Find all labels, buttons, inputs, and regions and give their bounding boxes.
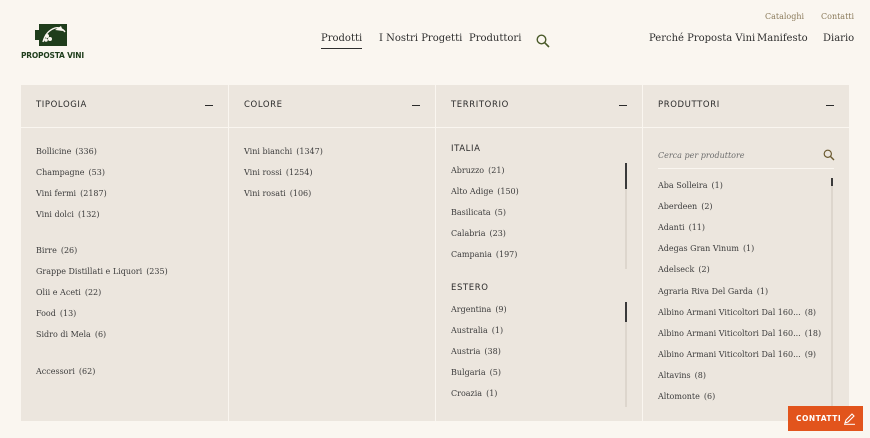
minus-icon[interactable] xyxy=(619,105,627,107)
column-header[interactable]: TIPOLOGIA xyxy=(21,85,228,128)
column-header[interactable]: PRODUTTORI xyxy=(643,85,849,128)
brand-name: PROPOSTA VINI xyxy=(21,51,84,60)
filter-item[interactable]: Vini bianchi (1347) xyxy=(244,147,323,156)
filter-item[interactable]: Adanti (11) xyxy=(658,223,705,232)
nav-prodotti[interactable]: Prodotti xyxy=(321,33,363,49)
column-title: PRODUTTORI xyxy=(658,100,720,110)
column-colore: COLORE Vini bianchi (1347) Vini rossi (125… xyxy=(228,85,435,421)
minus-icon[interactable] xyxy=(205,105,213,107)
filter-item[interactable]: Aberdeen (2) xyxy=(658,202,713,211)
filter-item[interactable]: Champagne (53) xyxy=(36,168,105,177)
filter-item[interactable]: Basilicata (5) xyxy=(451,208,506,217)
search-icon[interactable] xyxy=(536,34,550,48)
filter-item[interactable]: Albino Armani Viticoltori Dal 160... (8) xyxy=(658,308,816,317)
filter-item[interactable]: Alto Adige (150) xyxy=(451,187,519,196)
minus-icon[interactable] xyxy=(826,105,834,107)
section-title-italia: ITALIA xyxy=(451,144,481,154)
search-icon[interactable] xyxy=(823,149,835,161)
column-tipologia: TIPOLOGIA Bollicine (336) Champagne (53) V… xyxy=(21,85,228,421)
column-title: TERRITORIO xyxy=(451,100,509,110)
products-mega-menu: TIPOLOGIA Bollicine (336) Champagne (53) V… xyxy=(21,85,849,421)
filter-item[interactable]: Bulgaria (5) xyxy=(451,368,501,377)
filter-item[interactable]: Campania (197) xyxy=(451,250,517,259)
filter-item[interactable]: Vini dolci (132) xyxy=(36,210,100,219)
scrollbar-thumb[interactable] xyxy=(831,178,833,186)
column-territorio: TERRITORIO ITALIA Abruzzo (21) Alto Adige… xyxy=(435,85,642,421)
nav-perche[interactable]: Perché Proposta Vini xyxy=(649,33,755,44)
filter-item[interactable]: Aba Solleira (1) xyxy=(658,181,723,190)
filter-item[interactable]: Altomonte (6) xyxy=(658,392,715,401)
filter-item[interactable]: Vini fermi (2187) xyxy=(36,189,107,198)
filter-item[interactable]: Vini rossi (1254) xyxy=(244,168,312,177)
link-cataloghi[interactable]: Cataloghi xyxy=(765,12,804,21)
filter-item[interactable]: Adelseck (2) xyxy=(658,265,710,274)
column-title: TIPOLOGIA xyxy=(36,100,87,110)
filter-item[interactable]: Birre (26) xyxy=(36,246,77,255)
produttori-scrollbar[interactable] xyxy=(831,178,833,408)
nav-progetti[interactable]: I Nostri Progetti xyxy=(379,33,462,44)
filter-item[interactable]: Australia (1) xyxy=(451,326,503,335)
filter-item[interactable]: Calabria (23) xyxy=(451,229,506,238)
filter-item[interactable]: Adegas Gran Vinum (1) xyxy=(658,244,754,253)
pencil-icon xyxy=(844,413,855,425)
column-header[interactable]: TERRITORIO xyxy=(436,85,642,128)
filter-item[interactable]: Food (13) xyxy=(36,309,76,318)
column-header[interactable]: COLORE xyxy=(229,85,435,128)
link-contatti[interactable]: Contatti xyxy=(821,12,854,21)
contact-button-label: CONTATTI xyxy=(796,414,842,423)
filter-item[interactable]: Albino Armani Viticoltori Dal 160... (9) xyxy=(658,350,816,359)
column-produttori: PRODUTTORI Aba Solleira(1) Aberdeen(2) A… xyxy=(642,85,849,421)
scrollbar-thumb[interactable] xyxy=(625,302,627,322)
filter-item[interactable]: Bollicine (336) xyxy=(36,147,97,156)
filter-item[interactable]: Sidro di Mela (6) xyxy=(36,330,106,339)
filter-item[interactable]: Albino Armani Viticoltori Dal 160... (18) xyxy=(658,329,821,338)
nav-diario[interactable]: Diario xyxy=(823,33,854,44)
nav-manifesto[interactable]: Manifesto xyxy=(757,33,808,44)
filter-item[interactable]: Croazia (1) xyxy=(451,389,497,398)
filter-item[interactable]: Altavins (8) xyxy=(658,371,706,380)
filter-item[interactable]: Agraria Riva Del Garda (1) xyxy=(658,287,768,296)
filter-item[interactable]: Grappe Distillati e Liquori (235) xyxy=(36,267,168,276)
filter-item[interactable]: Austria (38) xyxy=(451,347,501,356)
filter-item[interactable]: Vini rosati (106) xyxy=(244,189,311,198)
nav-produttori[interactable]: Produttori xyxy=(469,33,521,44)
scrollbar-thumb[interactable] xyxy=(625,163,627,189)
italia-scrollbar[interactable] xyxy=(625,163,627,269)
column-title: COLORE xyxy=(244,100,283,110)
brand-logo[interactable]: PROPOSTA VINI xyxy=(21,22,84,62)
grapevine-icon xyxy=(35,24,67,46)
filter-item[interactable]: Argentina (9) xyxy=(451,305,507,314)
filter-item[interactable]: Olii e Aceti (22) xyxy=(36,288,101,297)
section-title-estero: ESTERO xyxy=(451,283,489,293)
filter-item[interactable]: Accessori (62) xyxy=(36,367,95,376)
producer-search-input[interactable] xyxy=(658,145,816,165)
search-underline xyxy=(658,168,834,169)
estero-scrollbar[interactable] xyxy=(625,302,627,407)
minus-icon[interactable] xyxy=(412,105,420,107)
filter-item[interactable]: Abruzzo (21) xyxy=(451,166,505,175)
contact-button[interactable]: CONTATTI xyxy=(788,406,863,431)
